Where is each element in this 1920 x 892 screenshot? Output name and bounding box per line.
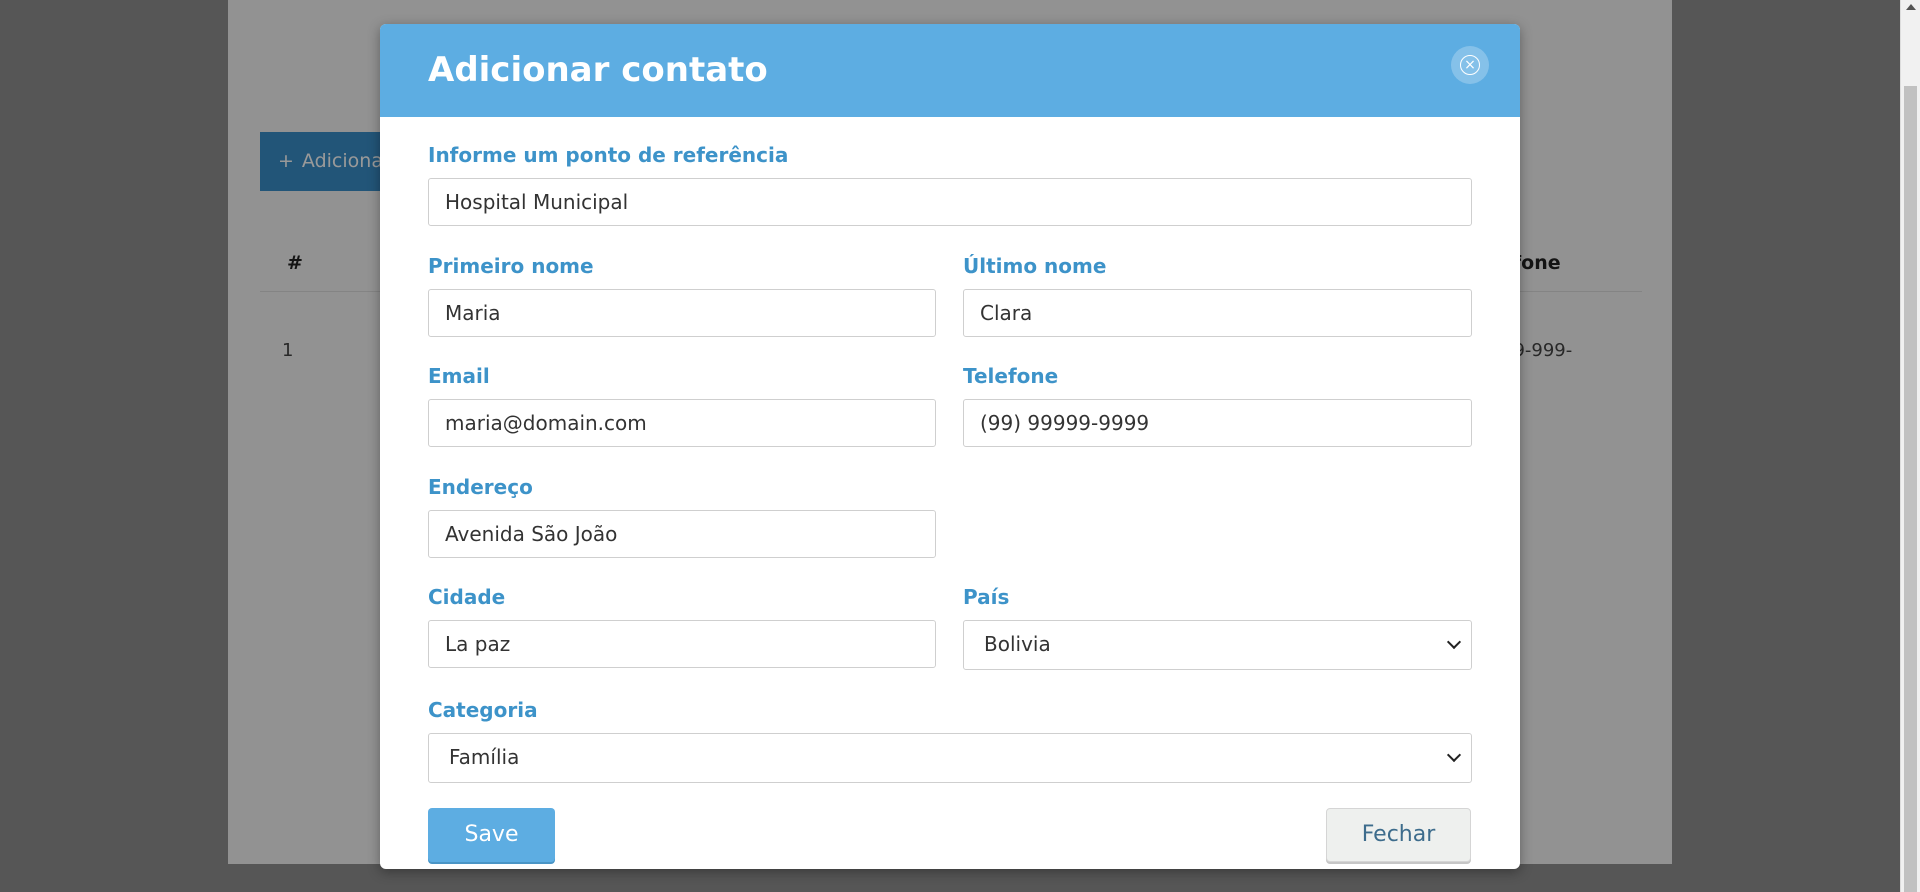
phone-label: Telefone [963,364,1059,388]
first-name-label: Primeiro nome [428,254,594,278]
city-label: Cidade [428,585,506,609]
chevron-down-icon [1446,634,1462,650]
close-icon: × [1460,55,1480,75]
reference-label: Informe um ponto de referência [428,143,789,167]
add-contact-modal: Adicionar contato × Informe um ponto de … [380,24,1520,869]
email-label: Email [428,364,490,388]
category-label: Categoria [428,698,538,722]
first-name-input[interactable]: Maria [428,289,936,337]
modal-header: Adicionar contato × [380,24,1520,117]
modal-title: Adicionar contato [428,50,768,90]
phone-input[interactable]: (99) 99999-9999 [963,399,1472,447]
country-select-value: Bolivia [984,632,1051,656]
last-name-label: Último nome [963,254,1107,278]
city-input[interactable]: La paz [428,620,936,668]
reference-input[interactable]: Hospital Municipal [428,178,1472,226]
email-input[interactable]: maria@domain.com [428,399,936,447]
country-label: País [963,585,1010,609]
page-scrollbar[interactable] [1900,0,1920,892]
country-select[interactable]: Bolivia [963,620,1472,670]
last-name-input[interactable]: Clara [963,289,1472,337]
category-select-value: Família [449,745,520,769]
address-label: Endereço [428,475,533,499]
scrollbar-thumb[interactable] [1904,86,1917,892]
scroll-up-arrow-icon[interactable] [1906,4,1916,10]
category-select[interactable]: Família [428,733,1472,783]
address-input[interactable]: Avenida São João [428,510,936,558]
chevron-down-icon [1446,747,1462,763]
close-button[interactable]: Fechar [1326,808,1471,862]
modal-close-button[interactable]: × [1451,46,1489,84]
save-button[interactable]: Save [428,808,555,862]
